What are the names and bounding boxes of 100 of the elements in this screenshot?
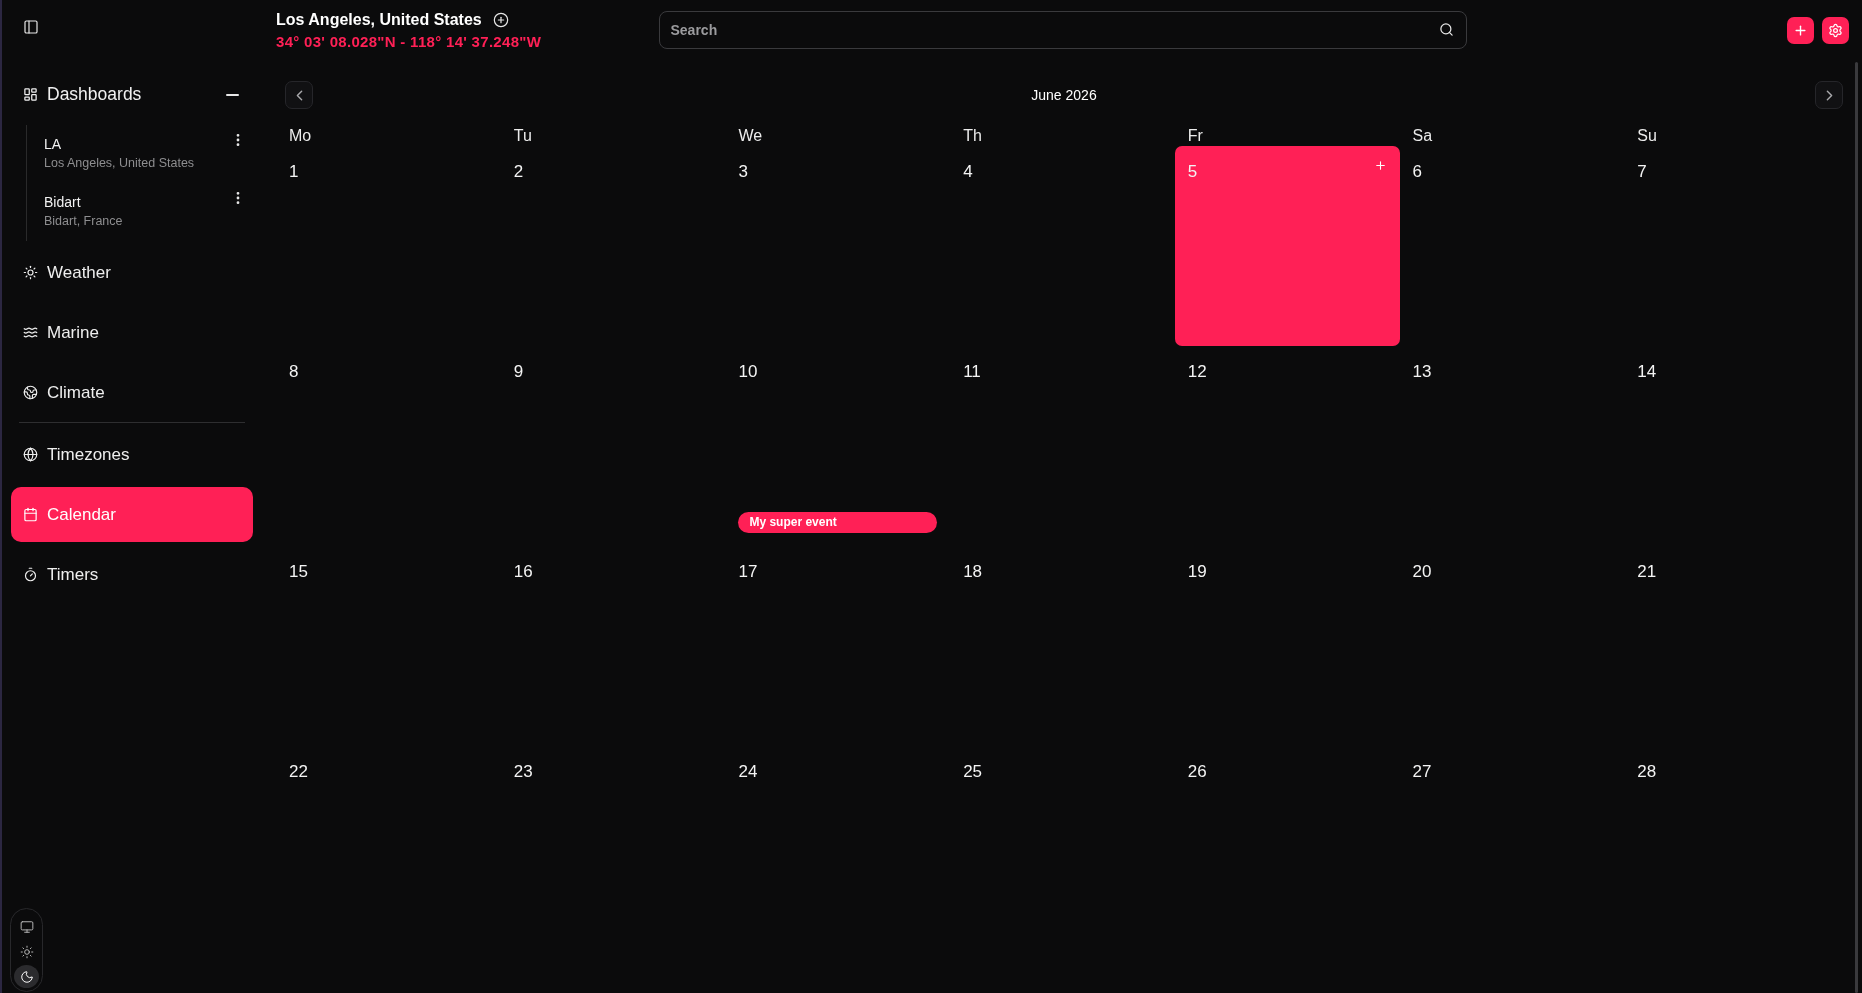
day-cell[interactable]: 26 [1174, 746, 1400, 946]
day-cell[interactable]: 8 [276, 346, 501, 546]
plus-icon [1793, 23, 1808, 38]
scrollbar[interactable] [1855, 62, 1858, 993]
weekday-label: We [738, 126, 763, 146]
day-number: 7 [1637, 162, 1647, 182]
add-location-button[interactable] [492, 12, 509, 28]
day-cell[interactable]: 13 [1399, 346, 1625, 546]
day-cell[interactable]: 2 [500, 146, 726, 346]
day-cell[interactable]: 6 [1399, 146, 1625, 346]
day-number: 15 [289, 562, 308, 582]
day-number: 24 [738, 762, 758, 782]
day-number: 11 [963, 362, 981, 382]
day-cell[interactable]: 21 [1624, 546, 1849, 746]
stopwatch-icon [23, 567, 38, 582]
day-number: 12 [1187, 362, 1207, 382]
day-number: 23 [513, 762, 533, 782]
day-cell[interactable]: 16 [500, 546, 726, 746]
day-number: 21 [1637, 562, 1657, 582]
sidebar-toggle-button[interactable] [23, 19, 39, 35]
nav-item[interactable]: Timers [11, 547, 253, 602]
settings-button[interactable] [1822, 17, 1849, 44]
sun-icon [19, 944, 34, 959]
waves-icon [23, 325, 38, 340]
day-cell[interactable]: 22 [276, 746, 501, 946]
day-number: 4 [963, 162, 973, 182]
nav-item[interactable]: Timezones [11, 427, 253, 482]
day-cell[interactable]: 11 [950, 346, 1175, 546]
dashboard-name[interactable]: LA [44, 135, 62, 153]
search-field[interactable]: Search [658, 11, 1467, 49]
day-cell[interactable]: 28 [1624, 746, 1849, 946]
day-number: 22 [289, 762, 308, 782]
collapse-button[interactable] [224, 93, 241, 96]
weekday-label: Th [963, 126, 982, 146]
day-cell[interactable]: 20 [1399, 546, 1625, 746]
moon-icon [19, 969, 34, 984]
day-cell[interactable]: 7 [1624, 146, 1849, 346]
day-cell[interactable]: 14 [1624, 346, 1849, 546]
day-cell[interactable]: 4 [950, 146, 1175, 346]
day-cell[interactable]: 12 [1174, 346, 1400, 546]
day-number: 26 [1187, 762, 1207, 782]
day-number: 1 [289, 162, 299, 182]
day-number: 27 [1412, 762, 1432, 782]
dashboard-grid-icon [23, 87, 38, 102]
previous-month-button[interactable] [285, 81, 313, 109]
coordinates-text: 34° 03' 08.028"N - 118° 14' 37.248"W [276, 33, 542, 51]
day-number: 9 [513, 362, 524, 382]
monitor-icon [19, 919, 34, 934]
day-number: 20 [1412, 562, 1432, 582]
earth-icon [23, 385, 38, 400]
add-event-button[interactable] [1373, 159, 1387, 172]
day-cell[interactable]: 9 [500, 346, 726, 546]
weekday-label: Mo [289, 126, 312, 146]
dashboard-name[interactable]: Bidart [44, 193, 81, 211]
weekday-label: Tu [513, 126, 532, 146]
weekday-label: Su [1637, 126, 1657, 146]
add-button[interactable] [1787, 17, 1814, 44]
plus-icon [1373, 159, 1387, 172]
panel-icon [23, 19, 39, 35]
day-cell[interactable]: 17 [725, 546, 951, 746]
weekday-label: Sa [1412, 126, 1433, 146]
month-title: June 2026 [1031, 87, 1097, 103]
day-cell[interactable]: 19 [1174, 546, 1400, 746]
search-icon [1438, 22, 1454, 37]
dashboard-location: Bidart, France [44, 213, 123, 229]
sun-icon [23, 265, 38, 280]
day-number: 28 [1637, 762, 1657, 782]
day-cell[interactable]: 1 [276, 146, 501, 346]
next-month-button[interactable] [1815, 81, 1843, 109]
day-cell[interactable]: 23 [500, 746, 726, 946]
day-cell[interactable]: 18 [950, 546, 1175, 746]
day-number: 19 [1187, 562, 1207, 582]
day-cell[interactable]: 3 [725, 146, 951, 346]
day-cell[interactable]: 24 [725, 746, 951, 946]
nav-item[interactable]: Marine [11, 305, 253, 360]
calendar-icon [23, 507, 38, 522]
day-number: 6 [1412, 162, 1423, 182]
day-cell[interactable]: 15 [276, 546, 501, 746]
dark-theme-button[interactable] [14, 965, 39, 988]
day-number: 16 [513, 562, 533, 582]
day-number: 3 [738, 162, 748, 182]
globe-icon [23, 447, 38, 462]
day-number: 8 [289, 362, 299, 382]
event-pill[interactable]: My super event [738, 512, 938, 533]
weekday-label: Fr [1187, 126, 1203, 146]
day-number: 5 [1187, 162, 1198, 182]
nav-item[interactable]: Weather [11, 245, 253, 300]
day-number: 2 [513, 162, 524, 182]
day-cell[interactable]: 25 [950, 746, 1175, 946]
nav-item[interactable]: Climate [11, 365, 253, 420]
day-number: 13 [1412, 362, 1432, 382]
dashboards-label[interactable]: Dashboards [47, 84, 142, 105]
dashboard-location: Los Angeles, United States [44, 155, 195, 171]
day-number: 14 [1637, 362, 1657, 382]
nav-item[interactable]: Calendar [11, 487, 253, 542]
day-number: 18 [963, 562, 983, 582]
location-title: Los Angeles, United States [276, 10, 482, 30]
day-cell[interactable]: 27 [1399, 746, 1625, 946]
day-cell[interactable]: 10 My super event [725, 346, 951, 546]
day-number: 17 [738, 562, 758, 582]
